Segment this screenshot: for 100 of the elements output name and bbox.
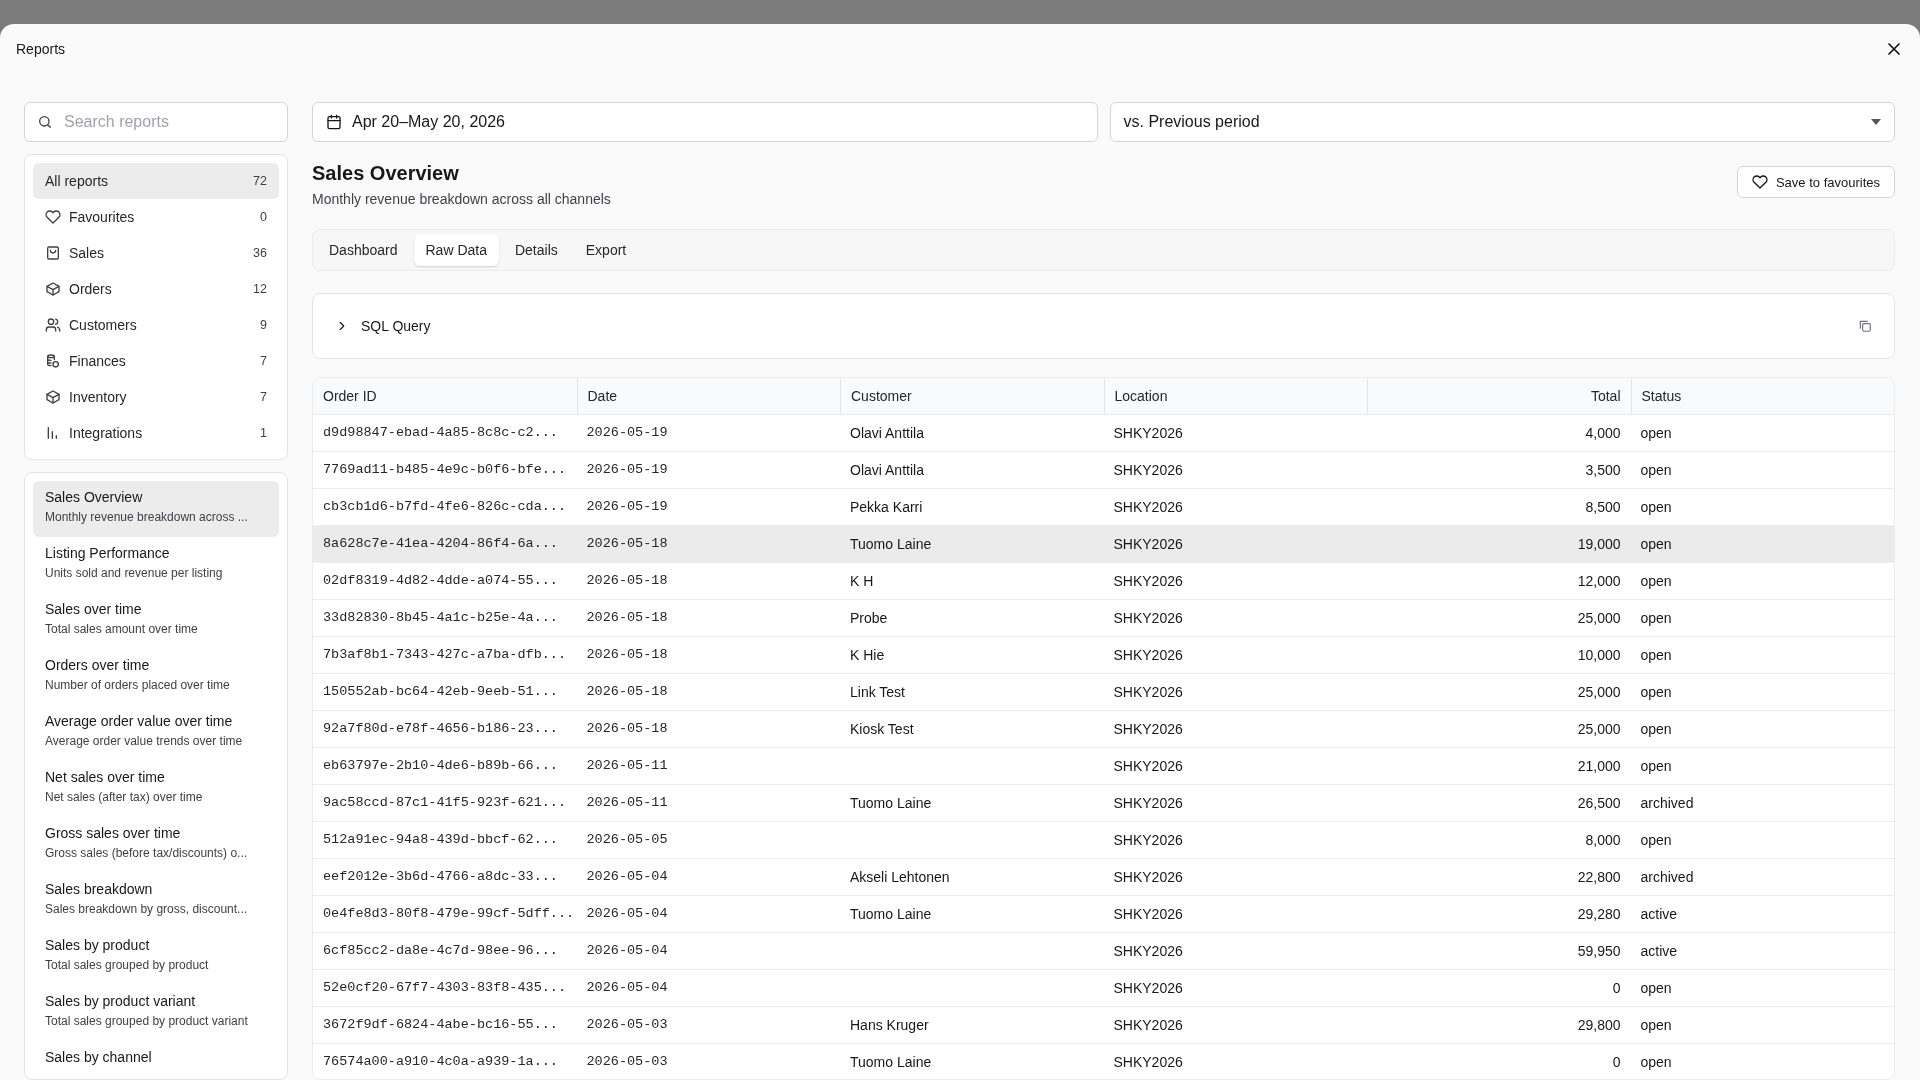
comparison-select[interactable]: vs. Previous period xyxy=(1109,102,1895,142)
category-item[interactable]: Sales 36 xyxy=(33,235,279,271)
table-row[interactable]: 7769ad11-b485-4e9c-b0f6-bfe... 2026-05-19 Olavi Anttila SHKY2026 3,500 open xyxy=(313,451,1894,489)
users-icon xyxy=(45,317,61,333)
column-header[interactable]: Order ID xyxy=(313,377,577,414)
report-item[interactable]: Sales by product Total sales grouped by product xyxy=(33,929,279,985)
report-title: Average order value over time xyxy=(45,713,234,729)
table-cell-text: SHKY2026 xyxy=(1112,534,1184,554)
table-row[interactable]: 52e0cf20-67f7-4303-83f8-435... 2026-05-04 SHKY2026 0 open xyxy=(313,969,1894,1007)
report-item[interactable]: Sales Overview Monthly revenue breakdown across ... xyxy=(33,481,279,537)
table-cell-text: 2026-05-18 xyxy=(585,572,669,591)
table-cell-text: SHKY2026 xyxy=(1112,645,1184,665)
table-cell-text: 02df8319-4d82-4dde-a074-55... xyxy=(322,572,559,591)
table-cell-text: open xyxy=(1639,497,1673,517)
table-row[interactable]: 0e4fe8d3-80f8-479e-99cf-5dff... 2026-05-04 Tuomo Laine SHKY2026 29,280 active xyxy=(313,895,1894,933)
table-cell-text: 25,000 xyxy=(1576,682,1622,702)
table-cell-text: 2026-05-18 xyxy=(585,609,669,628)
heart-icon xyxy=(1751,174,1768,190)
report-description: Net sales (after tax) over time xyxy=(45,790,204,804)
report-title: Sales by channel xyxy=(45,1049,153,1065)
table-row[interactable]: 33d82830-8b45-4a1c-b25e-4a... 2026-05-18 Probe SHKY2026 25,000 open xyxy=(313,599,1894,637)
table-row[interactable]: 512a91ec-94a8-439d-bbcf-62... 2026-05-05 SHKY2026 8,000 open xyxy=(313,821,1894,859)
table-cell-text: 8a628c7e-41ea-4204-86f4-6a... xyxy=(322,535,559,554)
report-item[interactable]: Sales over time Total sales amount over time xyxy=(33,593,279,649)
column-header[interactable]: Customer xyxy=(840,377,1104,414)
category-item[interactable]: Finances 7 xyxy=(33,343,279,379)
table-cell-text: cb3cb1d6-b7fd-4fe6-826c-cda... xyxy=(322,498,568,517)
table-cell-text: 3672f9df-6824-4abe-bc16-55... xyxy=(322,1016,559,1035)
table-row[interactable]: 9ac58ccd-87c1-41f5-923f-621... 2026-05-11 Tuomo Laine SHKY2026 26,500 archived xyxy=(313,784,1894,822)
report-item[interactable]: Average order value over time Average order value trends over time xyxy=(33,705,279,761)
copy-icon xyxy=(1858,318,1872,333)
report-description: Monthly revenue breakdown across ... xyxy=(45,510,249,524)
table-cell-text: 22,800 xyxy=(1576,867,1622,887)
report-item[interactable]: Net sales over time Net sales (after tax) over time xyxy=(33,761,279,817)
table-cell-text: open xyxy=(1639,830,1673,850)
table-cell-text: open xyxy=(1639,608,1673,628)
sql-query-toggle[interactable]: SQL Query xyxy=(335,317,431,334)
table-cell-text: 12,000 xyxy=(1576,571,1622,591)
table-cell-text: 2026-05-03 xyxy=(585,1053,669,1072)
table-row[interactable]: 76574a00-a910-4c0a-a939-1a... 2026-05-03 Tuomo Laine SHKY2026 0 open xyxy=(313,1043,1894,1079)
table-row[interactable]: 6cf85cc2-da8e-4c7d-98ee-96... 2026-05-04 SHKY2026 59,950 active xyxy=(313,932,1894,970)
column-header[interactable]: Location xyxy=(1103,377,1367,414)
report-description: Total sales grouped by product variant xyxy=(45,1014,249,1028)
table-cell-text: open xyxy=(1639,571,1673,591)
date-range-field[interactable]: Apr 20–May 20, 2026 xyxy=(312,102,1098,142)
table-row[interactable]: eb63797e-2b10-4de6-b89b-66... 2026-05-11 SHKY2026 21,000 open xyxy=(313,747,1894,785)
table-cell-text: 2026-05-11 xyxy=(585,757,669,776)
search-field[interactable]: Search reports xyxy=(24,102,288,142)
category-item[interactable]: All reports 72 xyxy=(33,163,279,199)
category-item[interactable]: Inventory 7 xyxy=(33,379,279,415)
tab[interactable]: Export xyxy=(573,234,639,266)
table-cell-text: 25,000 xyxy=(1576,608,1622,628)
table-cell-text: open xyxy=(1639,978,1673,998)
table-cell-text: Kiosk Test xyxy=(849,719,915,739)
copy-button[interactable] xyxy=(1858,318,1872,333)
table-cell-text: 6cf85cc2-da8e-4c7d-98ee-96... xyxy=(322,942,559,961)
report-title: Sales by product xyxy=(45,937,151,953)
tab[interactable]: Details xyxy=(502,234,570,266)
table-cell-text: SHKY2026 xyxy=(1112,460,1184,480)
table-cell-text: 29,800 xyxy=(1576,1015,1622,1035)
report-title: Sales breakdown xyxy=(45,881,154,897)
column-header[interactable]: Total xyxy=(1367,377,1631,414)
table-cell-text: 9ac58ccd-87c1-41f5-923f-621... xyxy=(322,794,568,813)
report-item[interactable]: Orders over time Number of orders placed over time xyxy=(33,649,279,705)
table-cell-text: 0 xyxy=(1611,978,1622,998)
tab[interactable]: Dashboard xyxy=(317,234,410,266)
column-header[interactable]: Status xyxy=(1630,377,1894,414)
report-item[interactable]: Sales by channel xyxy=(33,1041,279,1079)
save-to-favourites-button[interactable]: Save to favourites xyxy=(1736,166,1895,198)
table-cell-text: SHKY2026 xyxy=(1112,682,1184,702)
table-row[interactable]: cb3cb1d6-b7fd-4fe6-826c-cda... 2026-05-19 Pekka Karri SHKY2026 8,500 open xyxy=(313,488,1894,526)
category-item[interactable]: Orders 12 xyxy=(33,271,279,307)
table-row[interactable]: 8a628c7e-41ea-4204-86f4-6a... 2026-05-18 Tuomo Laine SHKY2026 19,000 open xyxy=(313,525,1894,563)
report-subtitle: Monthly revenue breakdown across all channels xyxy=(312,191,611,207)
window-title: Reports xyxy=(16,41,66,57)
report-item[interactable]: Listing Performance Units sold and revenue per listing xyxy=(33,537,279,593)
table-cell-text: 2026-05-19 xyxy=(585,498,669,517)
report-item[interactable]: Sales breakdown Sales breakdown by gross, discount... xyxy=(33,873,279,929)
table-row[interactable]: 7b3af8b1-7343-427c-a7ba-dfb... 2026-05-18 K Hie SHKY2026 10,000 open xyxy=(313,636,1894,674)
category-item[interactable]: Customers 9 xyxy=(33,307,279,343)
table-row[interactable]: 3672f9df-6824-4abe-bc16-55... 2026-05-03 Hans Kruger SHKY2026 29,800 open xyxy=(313,1006,1894,1044)
table-cell-text: 2026-05-04 xyxy=(585,979,669,998)
table-cell-text: Tuomo Laine xyxy=(849,904,933,924)
category-item[interactable]: Integrations 1 xyxy=(33,415,279,451)
table-cell-text: SHKY2026 xyxy=(1112,830,1184,850)
table-cell-text: active xyxy=(1639,904,1679,924)
table-cell-text: 76574a00-a910-4c0a-a939-1a... xyxy=(322,1053,559,1072)
table-row[interactable]: d9d98847-ebad-4a85-8c8c-c2... 2026-05-19 Olavi Anttila SHKY2026 4,000 open xyxy=(313,414,1894,452)
table-row[interactable]: 02df8319-4d82-4dde-a074-55... 2026-05-18 K H SHKY2026 12,000 open xyxy=(313,562,1894,600)
column-header[interactable]: Date xyxy=(576,377,840,414)
table-cell-text: 7769ad11-b485-4e9c-b0f6-bfe... xyxy=(322,461,568,480)
category-item[interactable]: Favourites 0 xyxy=(33,199,279,235)
table-cell-text: 2026-05-04 xyxy=(585,905,669,924)
table-cell-text: 26,500 xyxy=(1576,793,1622,813)
table-row[interactable]: 150552ab-bc64-42eb-9eeb-51... 2026-05-18 Link Test SHKY2026 25,000 open xyxy=(313,673,1894,711)
table-row[interactable]: 92a7f80d-e78f-4656-b186-23... 2026-05-18 Kiosk Test SHKY2026 25,000 open xyxy=(313,710,1894,748)
report-item[interactable]: Sales by product variant Total sales grouped by product variant xyxy=(33,985,279,1041)
report-item[interactable]: Gross sales over time Gross sales (before tax/discounts) o... xyxy=(33,817,279,873)
tab[interactable]: Raw Data xyxy=(413,234,499,266)
table-row[interactable]: eef2012e-3b6d-4766-a8dc-33... 2026-05-04 Akseli Lehtonen SHKY2026 22,800 archived xyxy=(313,858,1894,896)
